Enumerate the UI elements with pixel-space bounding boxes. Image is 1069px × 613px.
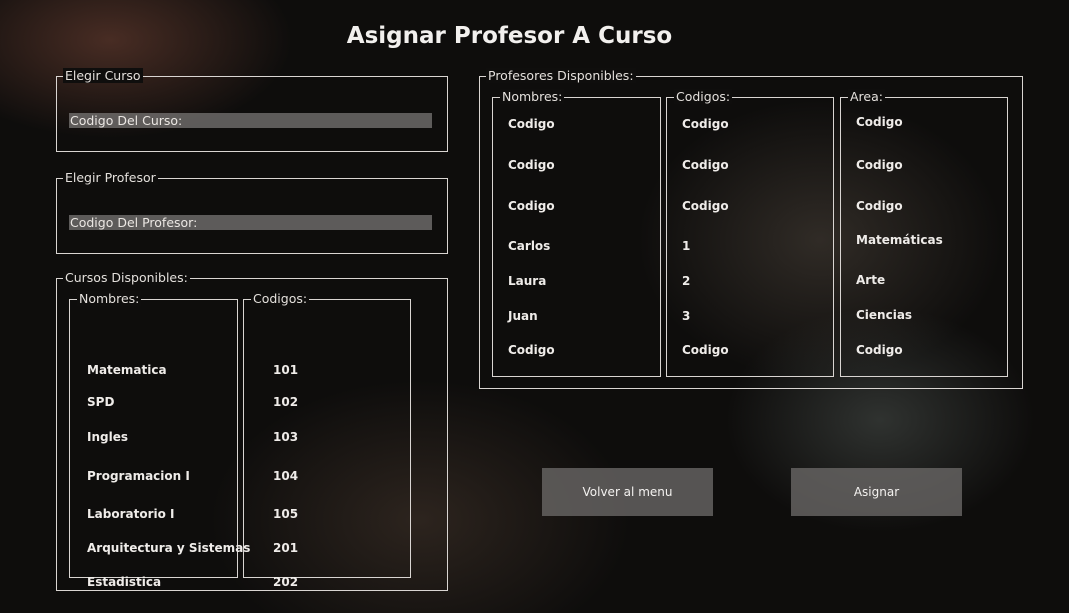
profesor-nombre: Codigo [508,343,555,357]
profesor-nombre: Codigo [508,117,555,131]
curso-codigo: 105 [273,507,299,521]
cursos-codigos-legend: Codigos: [251,291,310,306]
curso-codigo: 101 [273,363,299,377]
profesor-nombre: Juan [508,309,538,323]
profesor-area: Arte [856,273,886,287]
profesor-codigo: 3 [682,309,691,323]
curso-codigo: 202 [273,575,299,589]
curso-nombre: Laboratorio I [87,507,175,521]
profesor-area: Codigo [856,115,903,129]
profesor-nombre: Carlos [508,239,551,253]
profesor-codigo: Codigo [682,199,729,213]
profesor-area: Matemáticas [856,233,943,247]
cursos-nombres-column: Nombres: Matematica SPD Ingles Programac… [69,291,250,589]
profesor-nombre: Laura [508,274,547,288]
curso-codigo: 201 [273,541,299,555]
curso-codigo: 103 [273,430,299,444]
profesor-area: Codigo [856,158,903,172]
asignar-button[interactable]: Asignar [791,468,962,516]
profesores-disponibles-group: Profesores Disponibles: Nombres: Codigo … [479,68,1023,389]
profesores-disponibles-legend: Profesores Disponibles: [486,68,636,83]
profesor-codigo: 1 [682,239,691,253]
profesor-nombre: Codigo [508,199,555,213]
profesor-area: Codigo [856,199,903,213]
profesores-codigos-legend: Codigos: [674,89,733,104]
curso-nombre: Ingles [87,430,128,444]
curso-codigo: 102 [273,395,299,409]
elegir-curso-group: Elegir Curso Codigo Del Curso: [56,68,448,152]
profesor-codigo: 2 [682,274,691,288]
profesores-area-column: Area: Codigo Codigo Codigo Matemáticas A… [840,89,1008,377]
profesor-codigo: Codigo [682,343,729,357]
cursos-nombres-legend: Nombres: [77,291,142,306]
profesor-codigo: Codigo [682,117,729,131]
volver-menu-button[interactable]: Volver al menu [542,468,713,516]
profesor-nombre: Codigo [508,158,555,172]
profesor-area: Ciencias [856,308,913,322]
cursos-disponibles-group: Cursos Disponibles: Nombres: Matematica … [56,270,448,591]
cursos-codigos-column: Codigos: 101 102 103 104 105 201 202 [243,291,411,589]
profesores-nombres-column: Nombres: Codigo Codigo Codigo Carlos Lau… [492,89,661,377]
profesor-codigo: Codigo [682,158,729,172]
curso-codigo: 104 [273,469,299,483]
codigo-curso-field[interactable]: Codigo Del Curso: [69,113,432,128]
elegir-profesor-group: Elegir Profesor Codigo Del Profesor: [56,170,448,254]
curso-nombre: Programacion I [87,469,190,483]
cursos-disponibles-legend: Cursos Disponibles: [63,270,190,285]
profesores-codigos-column: Codigos: Codigo Codigo Codigo 1 2 3 Codi… [666,89,834,377]
profesores-area-legend: Area: [848,89,885,104]
elegir-profesor-legend: Elegir Profesor [63,170,158,185]
profesores-nombres-legend: Nombres: [500,89,565,104]
curso-nombre: Estadistica [87,575,162,589]
curso-nombre: SPD [87,395,115,409]
codigo-profesor-field[interactable]: Codigo Del Profesor: [69,215,432,230]
profesor-area: Codigo [856,343,903,357]
elegir-curso-legend: Elegir Curso [63,68,143,83]
page-title: Asignar Profesor A Curso [346,23,673,49]
curso-nombre: Arquitectura y Sistemas [87,541,251,555]
curso-nombre: Matematica [87,363,167,377]
